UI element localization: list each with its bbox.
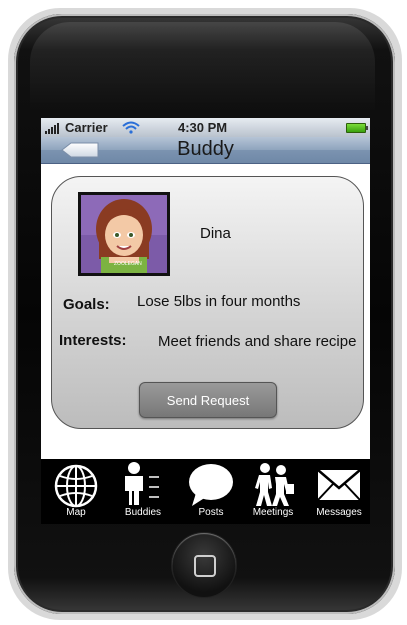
tab-map[interactable]: Map <box>45 459 107 524</box>
goals-label: Goals: <box>63 296 110 313</box>
avatar: ZOOLEGAN <box>78 192 170 276</box>
globe-icon <box>54 464 98 508</box>
signal-icon <box>45 123 61 134</box>
envelope-icon <box>317 469 361 501</box>
battery-icon <box>346 123 368 133</box>
tab-meetings[interactable]: Meetings <box>242 459 304 524</box>
avatar-caption: ZOOLEGAN <box>114 261 142 267</box>
wifi-icon <box>122 121 140 134</box>
goals-value: Lose 5lbs in four months <box>137 293 301 310</box>
buddy-name: Dina <box>200 225 231 242</box>
tab-posts[interactable]: Posts <box>180 459 242 524</box>
interests-value: Meet friends and share recipe <box>158 333 357 350</box>
tab-messages-label: Messages <box>316 507 362 518</box>
phone-gloss <box>30 22 375 112</box>
buddy-profile-card: ZOOLEGAN Dina Goals: Lose 5lbs in four m… <box>51 176 364 429</box>
tab-buddies[interactable]: Buddies <box>112 459 174 524</box>
buddies-icon <box>125 462 159 505</box>
tab-buddies-label: Buddies <box>124 507 162 518</box>
interests-label: Interests: <box>59 332 127 349</box>
tab-meetings-label: Meetings <box>252 507 294 518</box>
send-request-button[interactable]: Send Request <box>139 382 277 418</box>
home-button[interactable] <box>172 533 236 597</box>
speech-bubble-icon <box>189 464 233 506</box>
carrier-label: Carrier <box>65 120 108 135</box>
clock-label: 4:30 PM <box>178 120 228 135</box>
page-title: Buddy <box>177 138 234 160</box>
people-walking-icon <box>255 463 294 506</box>
tab-messages[interactable]: Messages <box>308 459 370 524</box>
status-bar: Carrier 4:30 PM <box>41 118 370 137</box>
tab-map-label: Map <box>66 507 86 518</box>
nav-bar: Buddy <box>41 137 370 164</box>
phone-screen: Carrier 4:30 PM Buddy ZOOLEGAN Dina Goal… <box>41 118 370 459</box>
tab-bar: Map Buddies Posts Meetings Messages <box>41 459 370 524</box>
